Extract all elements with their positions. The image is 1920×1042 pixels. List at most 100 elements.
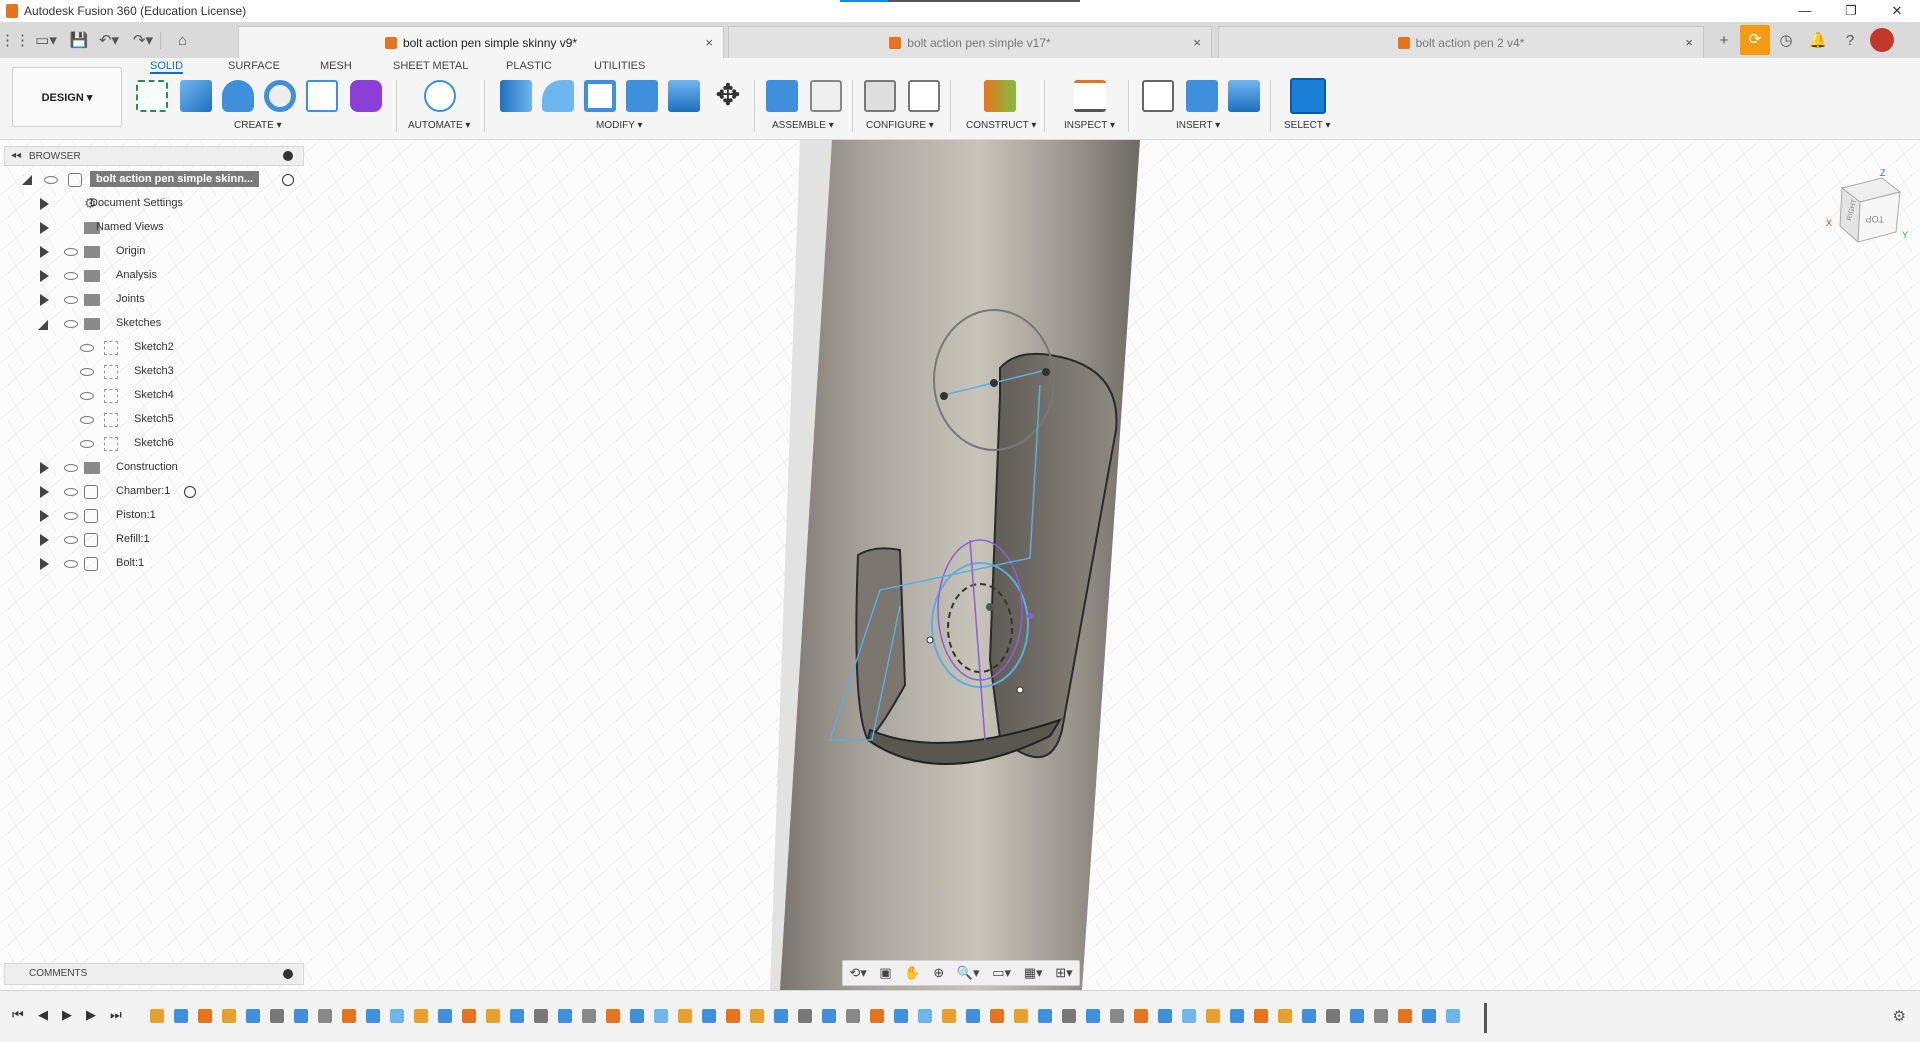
home-icon[interactable]: ⌂ — [160, 31, 204, 49]
add-comment-icon[interactable] — [283, 969, 293, 979]
timeline-feature-icon[interactable] — [246, 1009, 260, 1023]
browser-header[interactable]: ◂◂ BROWSER — [4, 146, 304, 166]
tab-solid[interactable]: SOLID — [150, 58, 184, 74]
pattern-icon[interactable] — [306, 80, 338, 112]
tree-item[interactable]: Origin — [4, 240, 304, 264]
timeline-feature-icon[interactable] — [894, 1009, 908, 1023]
tree-item[interactable]: Sketch4 — [4, 384, 304, 408]
expand-arrow-icon[interactable] — [40, 294, 49, 306]
timeline-feature-icon[interactable] — [990, 1009, 1004, 1023]
timeline-settings-icon[interactable]: ⚙ — [1893, 1007, 1906, 1025]
create-menu[interactable]: CREATE ▾ — [234, 120, 282, 131]
timeline-feature-icon[interactable] — [390, 1009, 404, 1023]
configure-menu[interactable]: CONFIGURE ▾ — [866, 120, 934, 131]
tree-item[interactable]: Bolt:1 — [4, 552, 304, 576]
browser-minimize-icon[interactable] — [283, 151, 293, 161]
timeline-feature-icon[interactable] — [702, 1009, 716, 1023]
tree-root[interactable]: bolt action pen simple skinn... — [4, 168, 304, 192]
timeline-feature-icon[interactable] — [1254, 1009, 1268, 1023]
viewports-icon[interactable]: ⊞▾ — [1055, 965, 1072, 981]
timeline-feature-icon[interactable] — [558, 1009, 572, 1023]
visibility-icon[interactable] — [64, 512, 78, 520]
timeline-feature-icon[interactable] — [654, 1009, 668, 1023]
avatar[interactable] — [1870, 28, 1894, 52]
expand-arrow-icon[interactable] — [40, 270, 49, 282]
timeline-feature-icon[interactable] — [918, 1009, 932, 1023]
close-window-button[interactable]: ✕ — [1874, 0, 1920, 22]
tab-plastic[interactable]: PLASTIC — [506, 58, 552, 74]
offset-face-icon[interactable] — [668, 80, 700, 112]
timeline-feature-icon[interactable] — [174, 1009, 188, 1023]
shell-icon[interactable] — [584, 80, 616, 112]
visibility-icon[interactable] — [80, 368, 94, 376]
go-to-end-icon[interactable]: ⏭ — [110, 1007, 122, 1023]
maximize-button[interactable]: ❐ — [1828, 0, 1874, 22]
new-tab-icon[interactable]: + — [1708, 32, 1740, 49]
tree-item[interactable]: Sketch5 — [4, 408, 304, 432]
pan-icon[interactable]: ✋ — [904, 965, 920, 981]
timeline-feature-icon[interactable] — [1182, 1009, 1196, 1023]
insert-menu[interactable]: INSERT ▾ — [1176, 120, 1220, 131]
timeline-feature-icon[interactable] — [798, 1009, 812, 1023]
inspect-menu[interactable]: INSPECT ▾ — [1064, 120, 1115, 131]
timeline-feature-icon[interactable] — [1086, 1009, 1100, 1023]
tree-item[interactable]: Refill:1 — [4, 528, 304, 552]
expand-arrow-icon[interactable] — [40, 486, 49, 498]
visibility-icon[interactable] — [64, 464, 78, 472]
visibility-icon[interactable] — [64, 536, 78, 544]
tree-item[interactable]: Sketch2 — [4, 336, 304, 360]
timeline-feature-icon[interactable] — [678, 1009, 692, 1023]
timeline-feature-icon[interactable] — [1278, 1009, 1292, 1023]
timeline-feature-icon[interactable] — [318, 1009, 332, 1023]
look-icon[interactable]: ▣ — [879, 965, 891, 981]
joint-icon[interactable] — [810, 80, 842, 112]
assemble-menu[interactable]: ASSEMBLE ▾ — [772, 120, 834, 131]
form-icon[interactable] — [350, 80, 382, 112]
combine-icon[interactable] — [626, 80, 658, 112]
visibility-icon[interactable] — [80, 440, 94, 448]
visibility-icon[interactable] — [64, 320, 78, 328]
insert-derive-icon[interactable] — [1142, 80, 1174, 112]
fillet-icon[interactable] — [542, 80, 574, 112]
timeline-feature-icon[interactable] — [486, 1009, 500, 1023]
visibility-icon[interactable] — [80, 416, 94, 424]
modify-menu[interactable]: MODIFY ▾ — [596, 120, 643, 131]
timeline-feature-icon[interactable] — [1206, 1009, 1220, 1023]
go-to-start-icon[interactable]: ⏮ — [12, 1007, 24, 1023]
minimize-button[interactable]: — — [1782, 0, 1828, 22]
timeline-feature-icon[interactable] — [294, 1009, 308, 1023]
visibility-icon[interactable] — [64, 488, 78, 496]
tree-item[interactable]: Sketch6 — [4, 432, 304, 456]
clock-icon[interactable]: ◷ — [1770, 31, 1802, 49]
timeline-feature-icon[interactable] — [150, 1009, 164, 1023]
timeline-feature-icon[interactable] — [198, 1009, 212, 1023]
display-icon[interactable]: ▭▾ — [992, 965, 1011, 981]
timeline-feature-icon[interactable] — [630, 1009, 644, 1023]
collapse-arrow-icon[interactable] — [38, 320, 48, 330]
play-icon[interactable]: ▶ — [62, 1007, 72, 1023]
tree-item[interactable]: ⚙ Document Settings — [4, 192, 304, 216]
select-icon[interactable] — [1290, 78, 1326, 114]
timeline-marker[interactable] — [1484, 1003, 1487, 1033]
zoom-icon[interactable]: ⊕ — [933, 965, 944, 981]
timeline-feature-icon[interactable] — [222, 1009, 236, 1023]
timeline-feature-icon[interactable] — [774, 1009, 788, 1023]
timeline-feature-icon[interactable] — [750, 1009, 764, 1023]
tab-mesh[interactable]: MESH — [320, 58, 352, 74]
expand-arrow-icon[interactable] — [40, 510, 49, 522]
tree-item[interactable]: Piston:1 — [4, 504, 304, 528]
offset-plane-icon[interactable] — [984, 80, 1016, 112]
job-status-icon[interactable]: ⟳ — [1740, 25, 1770, 55]
tree-item[interactable]: Named Views — [4, 216, 304, 240]
timeline-feature-icon[interactable] — [270, 1009, 284, 1023]
expand-arrow-icon[interactable] — [40, 534, 49, 546]
expand-arrow-icon[interactable] — [40, 462, 49, 474]
visibility-icon[interactable] — [64, 560, 78, 568]
visibility-icon[interactable] — [80, 392, 94, 400]
measure-icon[interactable] — [1074, 80, 1106, 112]
tab-document-1[interactable]: bolt action pen simple skinny v9* × — [238, 26, 724, 58]
move-icon[interactable]: ✥ — [712, 80, 744, 112]
fit-icon[interactable]: 🔍▾ — [957, 965, 980, 981]
visibility-icon[interactable] — [80, 344, 94, 352]
timeline-feature-icon[interactable] — [510, 1009, 524, 1023]
